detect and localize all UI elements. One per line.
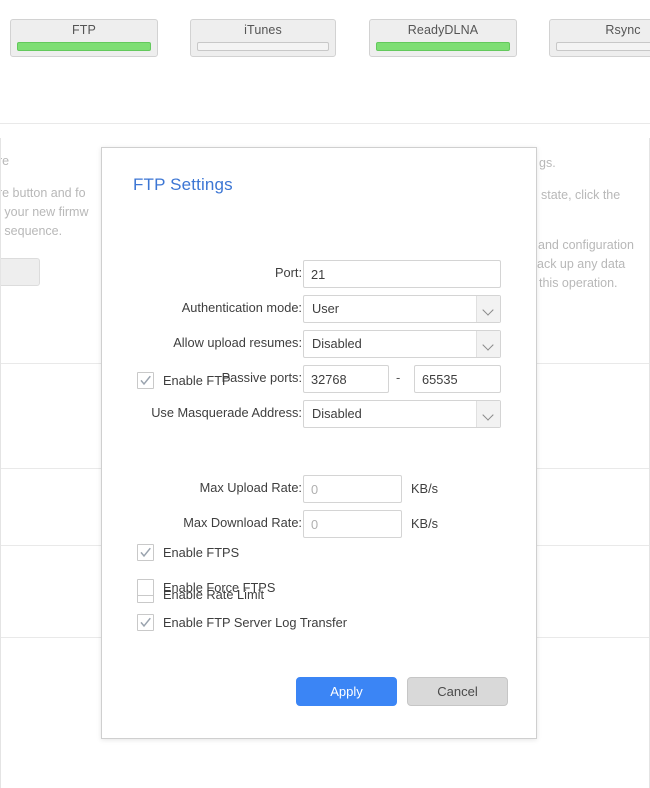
field-select-auth_mode[interactable]: User xyxy=(303,295,501,323)
unit-label-max_upload: KB/s xyxy=(411,481,439,496)
checkbox-force_ftps[interactable] xyxy=(137,579,154,596)
field-label-max_download: Max Download Rate: xyxy=(183,515,302,530)
form-row-upload_resumes: Allow upload resumes: Disabled xyxy=(102,330,538,358)
service-status-bar xyxy=(197,42,329,51)
service-tile-itunes[interactable]: iTunes xyxy=(190,19,336,57)
form-row-passive_ports: Passive ports: - xyxy=(102,365,538,393)
background-text: e sequence. xyxy=(0,224,63,238)
field-label-masquerade: Use Masquerade Address: xyxy=(151,405,302,420)
field-label-upload_resumes: Allow upload resumes: xyxy=(173,335,302,350)
background-panel-left-edge xyxy=(0,138,1,788)
unit-label-max_download: KB/s xyxy=(411,516,439,531)
service-name: FTP xyxy=(72,23,96,37)
apply-button[interactable]: Apply xyxy=(296,677,397,706)
chevron-down-icon[interactable] xyxy=(476,401,500,427)
field-select-masquerade[interactable]: Disabled xyxy=(303,400,501,428)
service-name: Rsync xyxy=(605,23,641,37)
field-label-auth_mode: Authentication mode: xyxy=(181,300,302,315)
background-text: and configuration xyxy=(538,238,634,252)
background-text: this operation. xyxy=(539,276,618,290)
chevron-down-icon[interactable] xyxy=(476,331,500,357)
service-name: ReadyDLNA xyxy=(407,23,479,37)
field-label-passive_ports: Passive ports: xyxy=(221,370,302,385)
range-separator: - xyxy=(396,370,401,385)
form-row-port: Port: xyxy=(102,260,538,288)
background-text: state, click the xyxy=(541,188,621,202)
field-select-upload_resumes[interactable]: Disabled xyxy=(303,330,501,358)
form-row-max_upload: Max Upload Rate: KB/s xyxy=(102,475,538,503)
checkbox-label-ftps: Enable FTPS xyxy=(163,545,240,560)
field-input-max_download[interactable] xyxy=(303,510,402,538)
background-text: re xyxy=(0,154,10,168)
service-tile-ftp[interactable]: FTP xyxy=(10,19,158,57)
form-row-masquerade: Use Masquerade Address: Disabled xyxy=(102,400,538,428)
checkbox-ftps[interactable] xyxy=(137,544,154,561)
background-text: gs. xyxy=(539,156,556,170)
cancel-button[interactable]: Cancel xyxy=(407,677,508,706)
background-text: e your new firmw xyxy=(0,205,89,219)
service-status-strip: FTP iTunes ReadyDLNA Rsync xyxy=(0,0,650,62)
field-input-passive_ports-to[interactable] xyxy=(414,365,501,393)
field-input-port[interactable] xyxy=(303,260,501,288)
ftp-settings-dialog: FTP Settings Enable FTP Port:Authenticat… xyxy=(101,147,537,739)
chevron-down-icon[interactable] xyxy=(476,296,500,322)
field-label-max_upload: Max Upload Rate: xyxy=(199,480,302,495)
checkbox-label-force_ftps: Enable Force FTPS xyxy=(163,580,276,595)
checkbox-label-log_transfer: Enable FTP Server Log Transfer xyxy=(163,615,347,630)
dialog-title: FTP Settings xyxy=(133,175,233,194)
section-divider xyxy=(0,123,650,124)
form-row-max_download: Max Download Rate: KB/s xyxy=(102,510,538,538)
service-name: iTunes xyxy=(244,23,282,37)
service-status-bar xyxy=(376,42,510,51)
service-status-bar xyxy=(17,42,151,51)
field-input-max_upload[interactable] xyxy=(303,475,402,503)
select-value-upload_resumes: Disabled xyxy=(312,336,362,351)
background-text: are button and fo xyxy=(0,186,86,200)
checkmark-icon xyxy=(140,617,151,628)
select-value-auth_mode: User xyxy=(312,301,340,316)
background-button[interactable] xyxy=(0,258,40,286)
select-value-masquerade: Disabled xyxy=(312,406,362,421)
service-tile-readydlna[interactable]: ReadyDLNA xyxy=(369,19,517,57)
field-input-passive_ports-from[interactable] xyxy=(303,365,389,393)
checkmark-icon xyxy=(140,547,151,558)
service-status-bar xyxy=(556,42,650,51)
checkbox-log_transfer[interactable] xyxy=(137,614,154,631)
service-tile-rsync[interactable]: Rsync xyxy=(549,19,650,57)
form-row-auth_mode: Authentication mode: User xyxy=(102,295,538,323)
background-text: ack up any data xyxy=(537,257,626,271)
field-label-port: Port: xyxy=(274,265,302,280)
